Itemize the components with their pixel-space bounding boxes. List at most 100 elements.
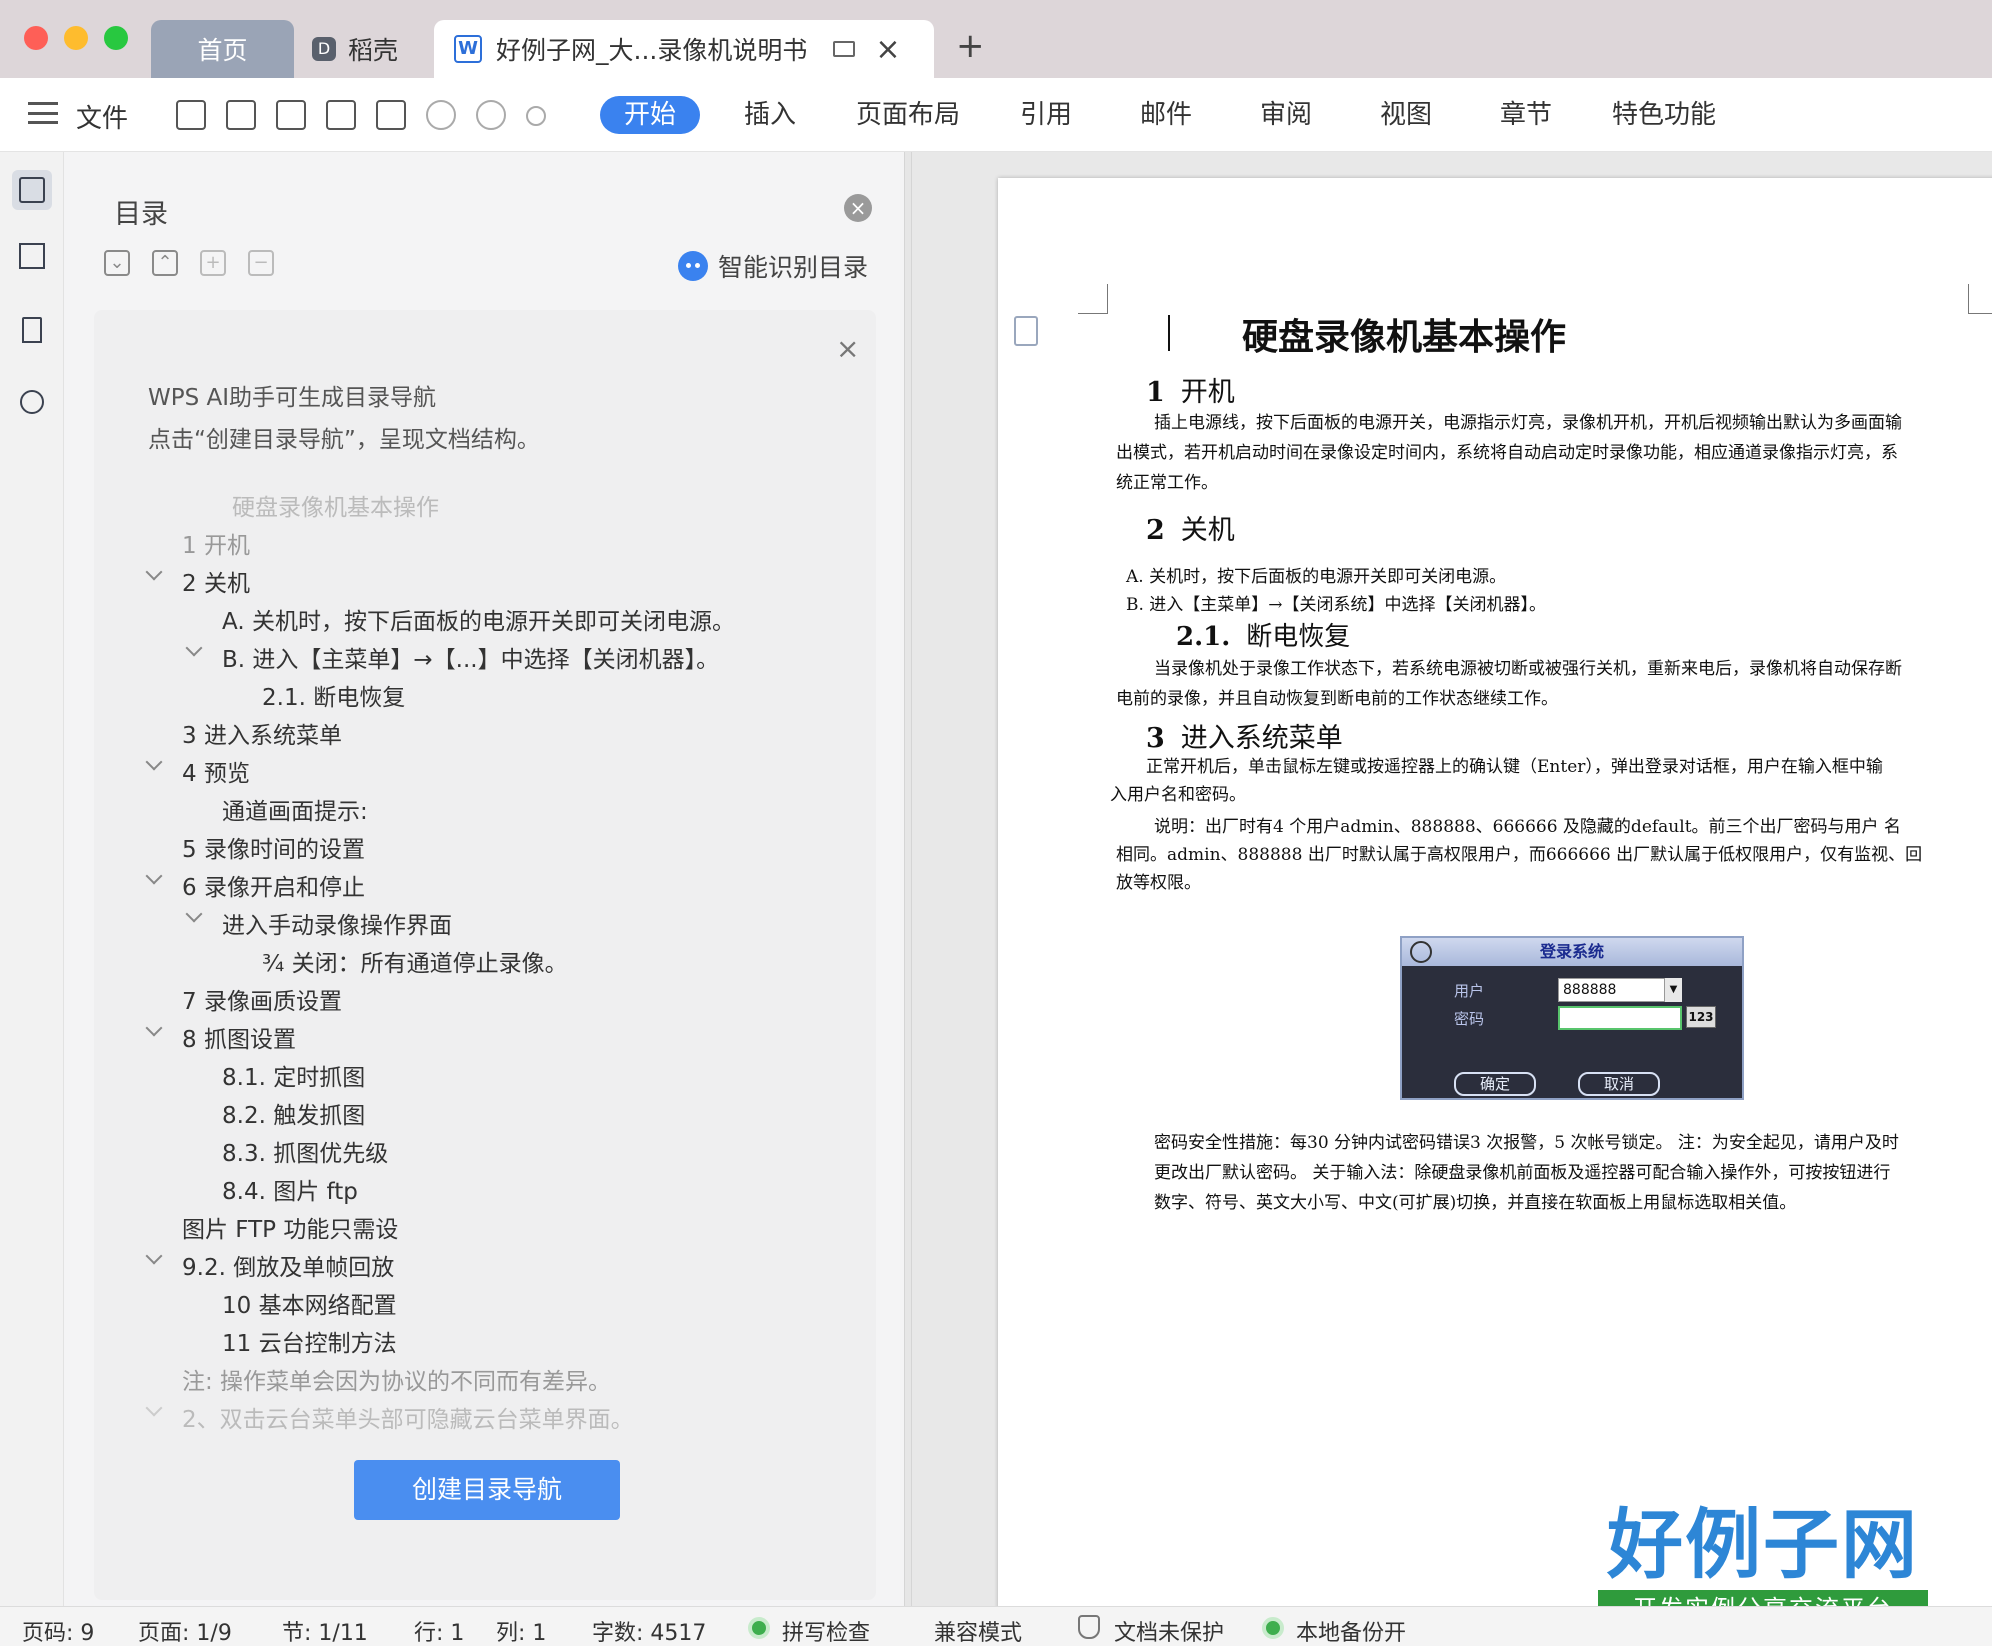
- toc-entry[interactable]: 1 开机: [182, 526, 250, 560]
- toc-entry[interactable]: 11 云台控制方法: [222, 1324, 397, 1358]
- toc-entry[interactable]: 5 录像时间的设置: [182, 830, 365, 864]
- create-toc-button[interactable]: 创建目录导航: [354, 1460, 620, 1520]
- toc-entry[interactable]: 图片 FTP 功能只需设: [182, 1210, 398, 1244]
- status-spell-check[interactable]: 拼写检查: [782, 1615, 870, 1646]
- toc-entry[interactable]: B. 进入【主菜单】→【...】中选择【关闭机器】。: [222, 640, 719, 674]
- toc-entry[interactable]: 2、双击云台菜单头部可隐藏云台菜单界面。: [182, 1400, 634, 1434]
- crop-mark: [1078, 284, 1108, 314]
- user-label: 用户: [1454, 982, 1485, 1000]
- ribbon-tab-view[interactable]: 视图: [1380, 96, 1432, 134]
- rail-toc-button[interactable]: [12, 170, 52, 210]
- chevron-down-icon[interactable]: [145, 563, 163, 581]
- body-text: 出模式，若开机启动时间在录像设定时间内，系统将自动启动定时录像功能，相应通道录像…: [1116, 443, 1898, 463]
- rail-bookmark-button[interactable]: [12, 310, 52, 350]
- save-icon[interactable]: [226, 100, 256, 130]
- toc-entry[interactable]: 10 基本网络配置: [222, 1286, 397, 1320]
- body-text: 插上电源线，按下后面板的电源开关，电源指示灯亮，录像机开机，开机后视频输出默认为…: [1154, 413, 1902, 433]
- status-backup[interactable]: 本地备份开: [1296, 1615, 1406, 1646]
- remove-level-icon[interactable]: −: [248, 250, 274, 276]
- chevron-down-icon[interactable]: [145, 1399, 163, 1417]
- tab-home[interactable]: 首页: [151, 20, 294, 78]
- add-level-icon[interactable]: +: [200, 250, 226, 276]
- spell-check-icon: [748, 1617, 770, 1639]
- status-page[interactable]: 页面: 1/9: [138, 1615, 232, 1646]
- chevron-down-icon[interactable]: [185, 905, 203, 923]
- ribbon-tab-insert[interactable]: 插入: [744, 96, 796, 134]
- undo-icon[interactable]: [426, 100, 456, 130]
- toc-entry[interactable]: 9.2. 倒放及单帧回放: [182, 1248, 394, 1282]
- chevron-down-icon[interactable]: [145, 867, 163, 885]
- section-heading: 2.1. 断电恢复: [1176, 616, 1350, 653]
- ribbon-tab-review[interactable]: 审阅: [1260, 96, 1312, 134]
- toc-entry[interactable]: 3 进入系统菜单: [182, 716, 342, 750]
- section-number: 2: [1146, 515, 1165, 546]
- toc-entry[interactable]: 2 关机: [182, 564, 250, 598]
- chevron-down-icon[interactable]: [145, 1247, 163, 1265]
- login-cancel-button: 取消: [1578, 1072, 1660, 1096]
- expand-all-icon[interactable]: ⌄: [104, 250, 130, 276]
- rail-chapter-button[interactable]: [12, 236, 52, 276]
- hamburger-menu-icon[interactable]: [28, 102, 58, 124]
- status-word-count[interactable]: 字数: 4517: [592, 1615, 706, 1646]
- toc-entry[interactable]: 8.2. 触发抓图: [222, 1096, 365, 1130]
- panel-splitter[interactable]: [904, 152, 912, 1606]
- body-text: 数字、符号、英文大小写、中文(可扩展)切换，并直接在软面板上用鼠标选取相关值。: [1154, 1193, 1797, 1213]
- chevron-down-icon[interactable]: [185, 639, 203, 657]
- chevron-down-icon[interactable]: [145, 753, 163, 771]
- ribbon-tab-layout[interactable]: 页面布局: [856, 96, 960, 134]
- ribbon-tab-start[interactable]: 开始: [600, 96, 701, 134]
- toc-entry[interactable]: 6 录像开启和停止: [182, 868, 365, 902]
- zoom-window-button[interactable]: [104, 26, 128, 50]
- toc-entry[interactable]: 硬盘录像机基本操作: [232, 488, 439, 522]
- screen-icon[interactable]: [833, 41, 856, 57]
- toc-entry[interactable]: 进入手动录像操作界面: [222, 906, 452, 940]
- chevron-down-icon: ▼: [1664, 978, 1682, 1002]
- section-heading: 2 关机: [1146, 508, 1235, 547]
- close-tab-icon[interactable]: ×: [875, 32, 900, 67]
- close-panel-icon[interactable]: ×: [844, 194, 872, 222]
- paragraph-icon[interactable]: [1014, 316, 1038, 346]
- status-section[interactable]: 节: 1/11: [282, 1615, 368, 1646]
- print-preview-icon[interactable]: [376, 100, 406, 130]
- more-dropdown-icon[interactable]: [526, 106, 546, 126]
- toc-entry[interactable]: 2.1. 断电恢复: [262, 678, 405, 712]
- section-title: 开机: [1180, 377, 1235, 408]
- body-text: 放等权限。: [1116, 873, 1201, 893]
- export-pdf-icon[interactable]: [276, 100, 306, 130]
- minimize-window-button[interactable]: [64, 26, 88, 50]
- ribbon-tab-references[interactable]: 引用: [1020, 96, 1072, 134]
- toc-entry[interactable]: 注: 操作菜单会因为协议的不同而有差异。: [182, 1362, 611, 1396]
- document-title: 硬盘录像机基本操作: [1242, 316, 1567, 358]
- ribbon-tab-features[interactable]: 特色功能: [1612, 96, 1716, 134]
- status-unprotected[interactable]: 文档未保护: [1114, 1615, 1224, 1646]
- document-page[interactable]: 硬盘录像机基本操作 1 开机 插上电源线，按下后面板的电源开关，电源指示灯亮，录像…: [998, 178, 1992, 1618]
- close-window-button[interactable]: [24, 26, 48, 50]
- collapse-all-icon[interactable]: ⌃: [152, 250, 178, 276]
- section-title: 进入系统菜单: [1180, 723, 1343, 754]
- rail-search-button[interactable]: [12, 382, 52, 422]
- tab-document[interactable]: W 好例子网_大...录像机说明书 ×: [434, 20, 934, 78]
- status-compat-mode[interactable]: 兼容模式: [934, 1615, 1022, 1646]
- login-ok-button: 确定: [1454, 1072, 1536, 1096]
- ribbon-tab-chapter[interactable]: 章节: [1500, 96, 1552, 134]
- ribbon-tab-mail[interactable]: 邮件: [1140, 96, 1192, 134]
- redo-icon[interactable]: [476, 100, 506, 130]
- toc-entry[interactable]: 7 录像画质设置: [182, 982, 342, 1016]
- close-hint-icon[interactable]: ×: [836, 332, 859, 365]
- toc-entry[interactable]: A. 关机时，按下后面板的电源开关即可关闭电源。: [222, 602, 735, 636]
- new-tab-button[interactable]: +: [956, 26, 985, 66]
- toc-entry[interactable]: ¾ 关闭：所有通道停止录像。: [262, 944, 568, 978]
- toc-entry[interactable]: 通道画面提示:: [222, 792, 368, 826]
- file-menu[interactable]: 文件: [76, 98, 128, 135]
- tab-daoke[interactable]: D 稻壳: [312, 20, 422, 78]
- toc-entry[interactable]: 8.4. 图片 ftp: [222, 1172, 358, 1206]
- chevron-down-icon[interactable]: [145, 1019, 163, 1037]
- print-icon[interactable]: [326, 100, 356, 130]
- toc-entry[interactable]: 8.3. 抓图优先级: [222, 1134, 388, 1168]
- smart-toc-button[interactable]: 智能识别目录: [678, 248, 868, 284]
- status-page-code[interactable]: 页码: 9: [22, 1615, 94, 1646]
- toc-entry[interactable]: 4 预览: [182, 754, 250, 788]
- toc-entry[interactable]: 8.1. 定时抓图: [222, 1058, 365, 1092]
- open-folder-icon[interactable]: [176, 100, 206, 130]
- toc-entry[interactable]: 8 抓图设置: [182, 1020, 296, 1054]
